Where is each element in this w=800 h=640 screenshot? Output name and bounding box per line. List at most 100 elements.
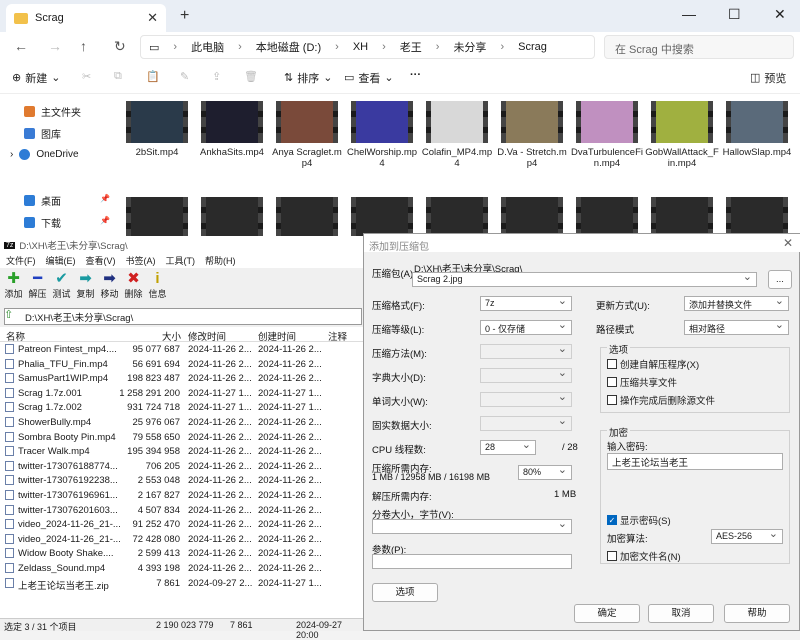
table-row[interactable]: Sombra Booty Pin.mp4 79 558 650 2024-11-26… bbox=[0, 430, 364, 445]
table-row[interactable]: video_2024-11-26_21-... 72 428 080 2024-11… bbox=[0, 532, 364, 547]
col-modified[interactable]: 修改时间 bbox=[188, 329, 226, 343]
table-row[interactable]: twitter-173076192238... 2 553 048 2024-11-… bbox=[0, 473, 364, 488]
help-button[interactable]: 帮助 bbox=[724, 604, 790, 623]
up-icon[interactable]: ↑ bbox=[80, 38, 87, 54]
close-tab-icon[interactable]: ✕ bbox=[147, 10, 158, 26]
back-icon[interactable]: ← bbox=[14, 38, 28, 54]
breadcrumb[interactable]: ▭ › 此电脑 › 本地磁盘 (D:) › XH › 老王 › 未分享 › Scrag bbox=[140, 35, 595, 59]
video-thumbnail[interactable] bbox=[126, 101, 188, 143]
refresh-icon[interactable]: ↻ bbox=[114, 38, 126, 55]
table-row[interactable]: Zeldass_Sound.mp4 4 393 198 2024-11-26 2..… bbox=[0, 561, 364, 576]
table-row[interactable]: twitter-173076201603... 4 507 834 2024-11-… bbox=[0, 503, 364, 518]
sidebar-item-onedrive[interactable]: › OneDrive bbox=[10, 149, 79, 160]
solid-select[interactable] bbox=[480, 416, 572, 431]
search-input[interactable]: 在 Scrag 中搜索 bbox=[604, 35, 794, 59]
rename-icon[interactable]: ✎ bbox=[180, 70, 189, 83]
enc-method-select[interactable]: AES-256 bbox=[711, 529, 783, 544]
paste-icon[interactable]: 📋 bbox=[146, 70, 160, 83]
sidebar-item-desktop[interactable]: 桌面 bbox=[24, 193, 61, 208]
preview-button[interactable]: ◫ 预览 bbox=[750, 70, 786, 86]
table-row[interactable]: twitter-173076188774... 706 205 2024-11-26… bbox=[0, 459, 364, 474]
video-thumbnail[interactable] bbox=[501, 101, 563, 143]
menu-file[interactable]: 文件(F) bbox=[6, 254, 36, 268]
close-window-icon[interactable]: ✕ bbox=[774, 6, 786, 23]
sidebar-item-downloads[interactable]: 下载 bbox=[24, 215, 61, 230]
archive-name-combo[interactable]: Scrag 2.jpg bbox=[412, 272, 757, 287]
video-thumbnail[interactable] bbox=[351, 101, 413, 143]
password-input[interactable]: 上老王论坛当老王 bbox=[607, 453, 783, 470]
new-button[interactable]: ⊕ 新建 ⌄ bbox=[12, 70, 60, 86]
params-input[interactable] bbox=[372, 554, 572, 569]
breadcrumb-item[interactable]: 未分享 bbox=[453, 39, 486, 55]
menu-edit[interactable]: 编辑(E) bbox=[46, 254, 76, 268]
copy-icon[interactable]: ⧉ bbox=[114, 70, 122, 83]
breadcrumb-item[interactable]: 老王 bbox=[400, 39, 422, 55]
video-thumbnail[interactable] bbox=[276, 197, 338, 239]
breadcrumb-item[interactable]: XH bbox=[353, 41, 368, 53]
col-comment[interactable]: 注释 bbox=[328, 329, 347, 343]
forward-icon[interactable]: → bbox=[48, 38, 62, 54]
update-select[interactable]: 添加并替换文件 bbox=[684, 296, 789, 311]
video-thumbnail[interactable] bbox=[126, 197, 188, 239]
close-icon[interactable]: ✕ bbox=[783, 236, 793, 250]
video-thumbnail[interactable] bbox=[426, 101, 488, 143]
maximize-icon[interactable]: ☐ bbox=[728, 6, 741, 23]
menu-tools[interactable]: 工具(T) bbox=[166, 254, 196, 268]
word-select[interactable] bbox=[480, 392, 572, 407]
show-password-checkbox[interactable]: ✓ 显示密码(S) bbox=[607, 513, 671, 527]
7zip-path-field[interactable]: D:\XH\老王\未分享\Scrag\ bbox=[4, 308, 362, 325]
mem-percent-select[interactable]: 80% bbox=[518, 465, 572, 480]
ok-button[interactable]: 确定 bbox=[574, 604, 640, 623]
col-name[interactable]: 名称 bbox=[6, 329, 25, 343]
up-folder-icon[interactable]: ⇧ bbox=[4, 308, 13, 321]
video-thumbnail[interactable] bbox=[576, 101, 638, 143]
table-row[interactable]: Patreon Fintest_mp4.... 95 077 687 2024-11… bbox=[0, 342, 364, 357]
table-row[interactable]: video_2024-11-26_21-... 91 252 470 2024-11… bbox=[0, 517, 364, 532]
video-thumbnail[interactable] bbox=[276, 101, 338, 143]
sidebar-item-gallery[interactable]: 图库 bbox=[24, 126, 61, 141]
col-created[interactable]: 创建时间 bbox=[258, 329, 296, 343]
breadcrumb-item[interactable]: 本地磁盘 (D:) bbox=[256, 39, 321, 55]
delete-after-checkbox[interactable]: 操作完成后删除源文件 bbox=[607, 393, 715, 407]
cancel-button[interactable]: 取消 bbox=[648, 604, 714, 623]
table-row[interactable]: Phalia_TFU_Fin.mp4 56 691 694 2024-11-26 2… bbox=[0, 357, 364, 372]
menu-bookmarks[interactable]: 书签(A) bbox=[126, 254, 156, 268]
col-size[interactable]: 大小 bbox=[162, 329, 181, 343]
table-row[interactable]: SamusPart1WIP.mp4 198 823 487 2024-11-26 2… bbox=[0, 371, 364, 386]
toolbar-button[interactable]: i 信息 bbox=[148, 270, 167, 304]
new-tab-icon[interactable]: + bbox=[180, 7, 189, 25]
video-thumbnail[interactable] bbox=[726, 101, 788, 143]
split-combo[interactable] bbox=[372, 519, 572, 534]
table-row[interactable]: Tracer Walk.mp4 195 394 958 2024-11-26 2..… bbox=[0, 444, 364, 459]
breadcrumb-item[interactable]: 此电脑 bbox=[191, 39, 224, 55]
format-select[interactable]: 7z bbox=[480, 296, 572, 311]
more-button[interactable]: ··· bbox=[410, 69, 421, 81]
sfx-checkbox[interactable]: 创建自解压程序(X) bbox=[607, 357, 699, 371]
table-row[interactable]: Scrag 1.7z.002 931 724 718 2024-11-27 1...… bbox=[0, 400, 364, 415]
delete-icon[interactable]: 🗑 bbox=[244, 70, 258, 83]
table-row[interactable]: Scrag 1.7z.001 1 258 291 200 2024-11-27 1.… bbox=[0, 386, 364, 401]
menu-view[interactable]: 查看(V) bbox=[86, 254, 116, 268]
table-row[interactable]: 上老王论坛当老王.zip 7 861 2024-09-27 2... 2024-11-… bbox=[0, 576, 364, 592]
shared-checkbox[interactable]: 压缩共享文件 bbox=[607, 375, 677, 389]
toolbar-button[interactable]: ✚ 添加 bbox=[4, 270, 23, 304]
pathmode-select[interactable]: 相对路径 bbox=[684, 320, 789, 335]
minimize-icon[interactable]: — bbox=[682, 6, 696, 22]
table-row[interactable]: ShowerBully.mp4 25 976 067 2024-11-26 2...… bbox=[0, 415, 364, 430]
encrypt-names-checkbox[interactable]: 加密文件名(N) bbox=[607, 549, 681, 563]
toolbar-button[interactable]: ✖ 删除 bbox=[124, 270, 143, 304]
toolbar-button[interactable]: ━ 解压 bbox=[28, 270, 47, 304]
table-row[interactable]: Widow Booty Shake.... 2 599 413 2024-11-26… bbox=[0, 546, 364, 561]
level-select[interactable]: 0 - 仅存储 bbox=[480, 320, 572, 335]
share-icon[interactable]: ⇪ bbox=[212, 70, 221, 83]
menu-help[interactable]: 帮助(H) bbox=[205, 254, 236, 268]
breadcrumb-item[interactable]: Scrag bbox=[518, 41, 547, 53]
method-select[interactable] bbox=[480, 344, 572, 359]
view-button[interactable]: ▭ 查看 ⌄ bbox=[344, 70, 394, 86]
sidebar-item-home[interactable]: 主文件夹 bbox=[24, 104, 81, 119]
toolbar-button[interactable]: ✔ 测试 bbox=[52, 270, 71, 304]
toolbar-button[interactable]: ➡ 复制 bbox=[76, 270, 95, 304]
video-thumbnail[interactable] bbox=[201, 101, 263, 143]
dict-select[interactable] bbox=[480, 368, 572, 383]
cpu-select[interactable]: 28 bbox=[480, 440, 536, 455]
